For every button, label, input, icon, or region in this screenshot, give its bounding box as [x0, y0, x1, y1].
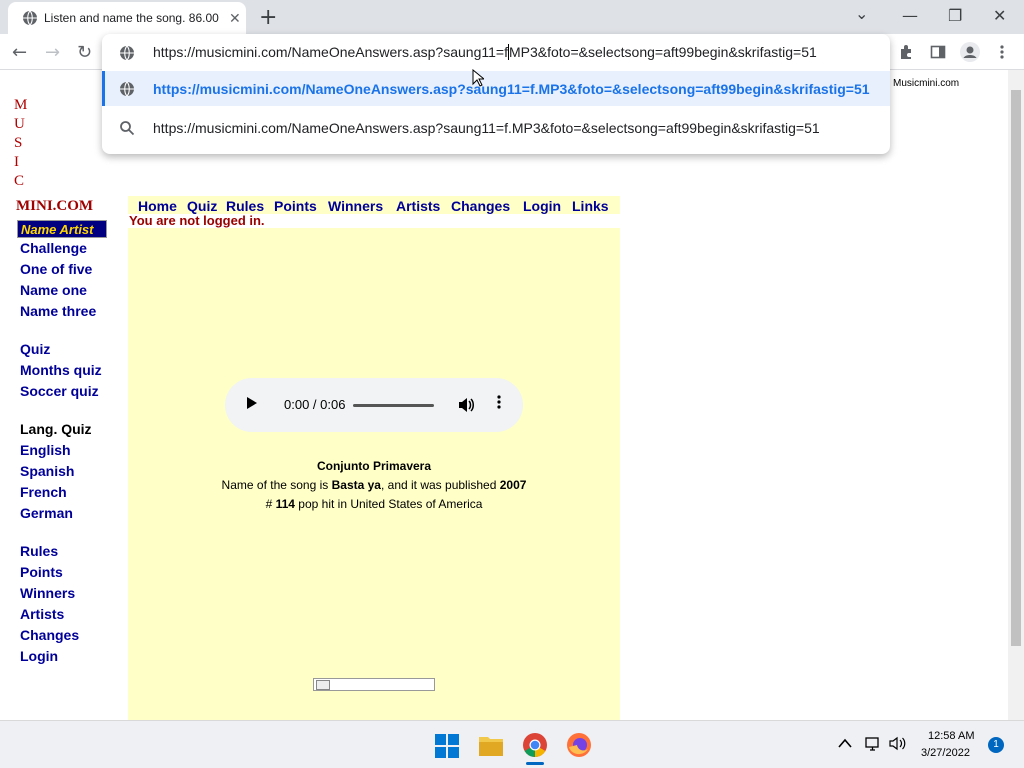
song-info: Name of the song is Basta ya, and it was…	[128, 478, 620, 492]
sidebar-link-name-one[interactable]: Name one	[20, 282, 87, 298]
sidebar-link-changes[interactable]: Changes	[20, 627, 79, 643]
windows-start-icon[interactable]	[435, 734, 459, 758]
sidebar-link-soccer-quiz[interactable]: Soccer quiz	[20, 383, 99, 399]
sidebar-link-login[interactable]: Login	[20, 648, 58, 664]
sidebar-link-one-of-five[interactable]: One of five	[20, 261, 92, 277]
sidebar-link-german[interactable]: German	[20, 505, 73, 521]
clock-date[interactable]: 3/27/2022	[921, 747, 970, 759]
volume-icon[interactable]	[889, 736, 907, 751]
site-label: Musicmini.com	[893, 78, 960, 89]
nav-changes[interactable]: Changes	[451, 198, 510, 214]
extensions-icon[interactable]	[898, 44, 914, 60]
notification-badge[interactable]: 1	[988, 737, 1004, 753]
broken-image-icon	[316, 680, 330, 690]
network-icon[interactable]	[865, 736, 881, 751]
minimize-button[interactable]: —	[902, 6, 918, 25]
nav-home[interactable]: Home	[138, 198, 177, 214]
audio-time: 0:00 / 0:06	[284, 397, 346, 412]
login-status: You are not logged in.	[129, 213, 265, 228]
browser-tab[interactable]: Listen and name the song. 86.00 ✕	[8, 2, 246, 34]
tab-strip: Listen and name the song. 86.00 ✕ + ⌄ — …	[0, 0, 1024, 34]
sidebar-link-winners[interactable]: Winners	[20, 585, 75, 601]
scrollbar-thumb[interactable]	[1011, 90, 1021, 646]
file-explorer-icon[interactable]	[479, 734, 503, 756]
omnibox-suggestion-search[interactable]: https://musicmini.com/NameOneAnswers.asp…	[153, 120, 820, 136]
seek-slider[interactable]	[353, 404, 434, 407]
rank-number: 114	[275, 497, 295, 511]
more-options-icon[interactable]	[496, 394, 502, 410]
tab-search-button[interactable]: ⌄	[855, 4, 868, 23]
omnibox-dropdown: https://musicmini.com/NameOneAnswers.asp…	[102, 34, 890, 154]
mouse-cursor-icon	[472, 69, 484, 87]
address-bar-input[interactable]: https://musicmini.com/NameOneAnswers.asp…	[153, 44, 817, 60]
taskbar: 12:58 AM 3/27/2022 1	[0, 720, 1024, 768]
address-text-rest: MP3&foto=&selectsong=aft99begin&skrifast…	[507, 44, 817, 60]
site-logo[interactable]: MINI.COM	[16, 198, 93, 215]
page-scrollbar[interactable]	[1008, 70, 1024, 720]
sidebar-link-artists[interactable]: Artists	[20, 606, 64, 622]
nav-login[interactable]: Login	[523, 198, 561, 214]
address-text: https://musicmini.com/NameOneAnswers.asp…	[153, 44, 508, 60]
artist-name: Conjunto Primavera	[316, 459, 432, 473]
volume-icon[interactable]	[457, 396, 475, 414]
sidebar-link-rules[interactable]: Rules	[20, 543, 58, 559]
web-page: Musicmini.com M U S I C MINI.COM Name Ar…	[0, 70, 1008, 720]
menu-icon[interactable]	[996, 44, 1008, 60]
sidebar-heading-lang-quiz: Lang. Quiz	[20, 421, 92, 437]
chevron-up-icon[interactable]	[838, 738, 852, 748]
audio-player[interactable]: 0:00 / 0:06	[225, 378, 523, 432]
content-panel	[128, 228, 620, 720]
nav-rules[interactable]: Rules	[226, 198, 264, 214]
nav-links[interactable]: Links	[572, 198, 609, 214]
tab-title: Listen and name the song. 86.00	[44, 11, 219, 25]
active-app-indicator	[526, 762, 544, 765]
globe-icon	[23, 10, 37, 26]
sidebar-link-quiz[interactable]: Quiz	[20, 341, 50, 357]
forward-button[interactable]: →	[45, 42, 60, 63]
firefox-icon[interactable]	[567, 733, 591, 757]
sidebar-link-points[interactable]: Points	[20, 564, 63, 580]
nav-winners[interactable]: Winners	[328, 198, 383, 214]
sidebar-link-months-quiz[interactable]: Months quiz	[20, 362, 102, 378]
logo-letter: S	[14, 135, 23, 151]
reload-button[interactable]: ↻	[77, 42, 92, 63]
suggestion-url-text: https://musicmini.com/NameOneAnswers.asp…	[153, 81, 870, 97]
broken-image	[313, 678, 435, 691]
tab-close-button[interactable]: ✕	[229, 10, 241, 27]
play-icon[interactable]	[247, 397, 257, 409]
sidebar-link-name-three[interactable]: Name three	[20, 303, 96, 319]
name-artist-badge[interactable]: Name Artist	[17, 220, 107, 238]
profile-icon[interactable]	[960, 42, 980, 62]
globe-icon	[120, 45, 134, 61]
sidebar-link-spanish[interactable]: Spanish	[20, 463, 74, 479]
rank-info: # 114 pop hit in United States of Americ…	[128, 497, 620, 511]
close-window-button[interactable]: ✕	[993, 6, 1006, 25]
song-year: 2007	[499, 478, 527, 492]
nav-points[interactable]: Points	[274, 198, 317, 214]
chrome-icon[interactable]	[523, 733, 547, 757]
globe-icon	[120, 81, 134, 97]
back-button[interactable]: ←	[12, 42, 27, 63]
omnibox-suggestion-url[interactable]: https://musicmini.com/NameOneAnswers.asp…	[102, 71, 890, 106]
logo-letter: U	[14, 116, 25, 132]
song-prefix: Name of the song is	[221, 478, 332, 492]
nav-quiz[interactable]: Quiz	[187, 198, 217, 214]
logo-letter: I	[14, 154, 19, 170]
restore-button[interactable]: ❐	[948, 6, 962, 25]
search-icon	[120, 121, 135, 136]
logo-letter: M	[14, 97, 28, 113]
side-panel-icon[interactable]	[930, 44, 946, 60]
sidebar-link-french[interactable]: French	[20, 484, 67, 500]
song-middle: , and it was published	[380, 478, 500, 492]
clock-time[interactable]: 12:58 AM	[928, 730, 974, 742]
rank-suffix: pop hit in United States of America	[294, 497, 483, 511]
sidebar-link-english[interactable]: English	[20, 442, 71, 458]
song-title: Basta ya	[331, 478, 381, 492]
new-tab-button[interactable]: +	[259, 5, 277, 30]
logo-letter: C	[14, 173, 25, 189]
sidebar-link-challenge[interactable]: Challenge	[20, 240, 87, 256]
nav-artists[interactable]: Artists	[396, 198, 440, 214]
rank-prefix: #	[265, 497, 276, 511]
